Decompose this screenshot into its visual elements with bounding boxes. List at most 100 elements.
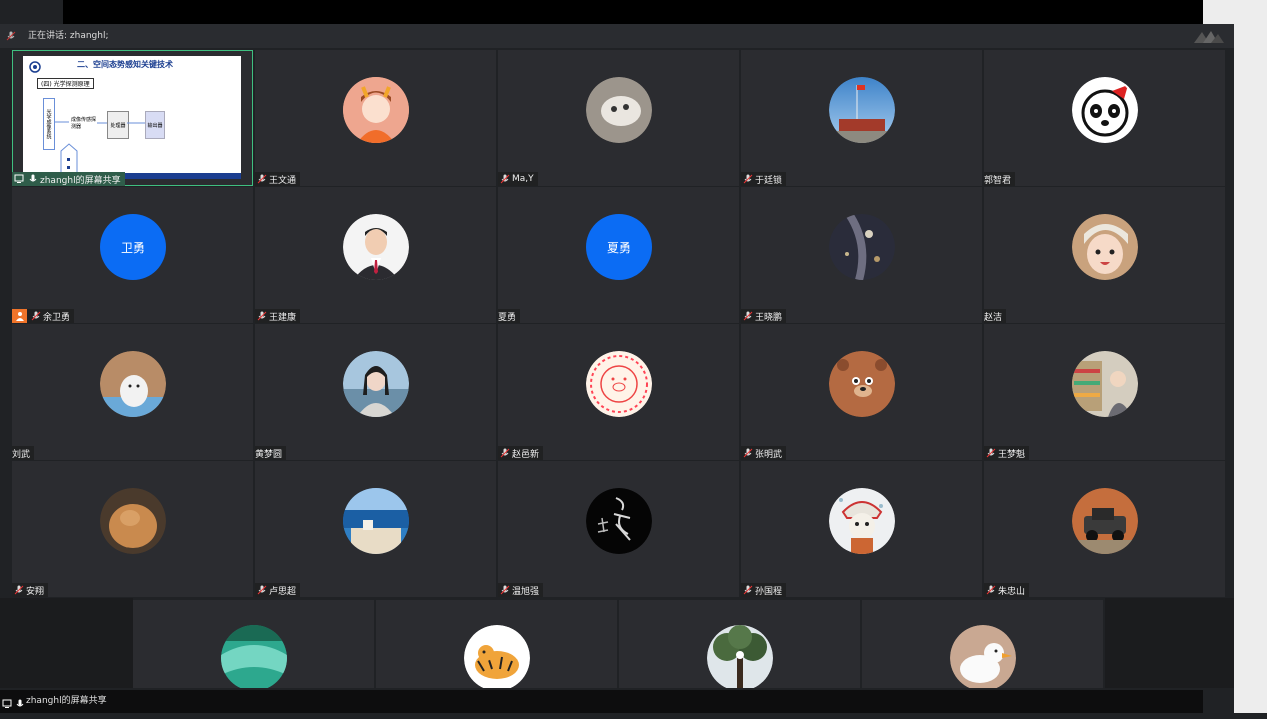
tile-label: 夏勇 (498, 309, 521, 323)
participant-name: 余卫勇 (43, 312, 71, 323)
tile-label: 王文通 (255, 172, 301, 186)
right-top-panel (1203, 0, 1234, 24)
avatar (343, 351, 409, 417)
bottom-share-label: zhanghl的屏幕共享 (26, 696, 107, 706)
tile-label: 赵邑新 (498, 446, 544, 460)
participant-tile[interactable]: 朱忠山 (984, 461, 1225, 597)
avatar (1072, 214, 1138, 280)
avatar (464, 625, 530, 688)
participant-tile[interactable] (619, 600, 860, 688)
participant-tile[interactable]: 刘武 (12, 324, 253, 460)
right-side-panel (1234, 0, 1267, 713)
participant-tile[interactable]: 卫勇 余卫勇 (12, 187, 253, 323)
participant-tile[interactable] (862, 600, 1103, 688)
participant-tile[interactable]: 夏勇 夏勇 (498, 187, 739, 323)
tile-label: 余卫勇 (12, 309, 75, 323)
tile-label: 王梦魁 (984, 446, 1030, 460)
avatar (586, 488, 652, 554)
participant-tile[interactable]: 卢思超 (255, 461, 496, 597)
mic-muted-icon (986, 585, 996, 595)
participant-name: 于廷锁 (755, 175, 783, 186)
participant-tile[interactable]: 赵洁 (984, 187, 1225, 323)
avatar (1072, 351, 1138, 417)
right-strip (1105, 598, 1234, 688)
participant-tile[interactable]: 赵邑新 (498, 324, 739, 460)
left-strip (0, 598, 133, 688)
participant-name: 郭智君 (984, 175, 1012, 186)
mic-icon (16, 699, 24, 707)
avatar (221, 625, 287, 688)
avatar-initials: 夏勇 (586, 214, 652, 280)
participant-tile[interactable]: 温旭强 (498, 461, 739, 597)
participant-name: 夏勇 (498, 312, 517, 323)
avatar (1072, 488, 1138, 554)
participant-tile[interactable] (376, 600, 617, 688)
avatar (343, 488, 409, 554)
bottom-status-bar: zhanghl的屏幕共享 (0, 690, 1203, 713)
avatar-initials: 卫勇 (100, 214, 166, 280)
tile-label: 于廷锁 (741, 172, 787, 186)
screen-share-tile[interactable]: 二、空间态势感知关键技术 (四) 光学探测原理 光学成像系统 成像传感探测器 处… (12, 50, 253, 186)
avatar (829, 214, 895, 280)
slide-subtitle: (四) 光学探测原理 (37, 78, 94, 89)
tile-label: 赵洁 (984, 309, 1007, 323)
tile-name: zhanghl的屏幕共享 (40, 175, 121, 186)
participant-name: 安翔 (26, 586, 45, 597)
participant-tile[interactable] (133, 600, 374, 688)
shared-slide: 二、空间态势感知关键技术 (四) 光学探测原理 光学成像系统 成像传感探测器 处… (23, 56, 241, 179)
avatar (100, 351, 166, 417)
tile-label: 卢思超 (255, 583, 301, 597)
mic-icon (29, 174, 37, 182)
participant-tile[interactable]: 张明武 (741, 324, 982, 460)
tile-label: 郭智君 (984, 172, 1016, 186)
tile-label: 黄梦圆 (255, 446, 287, 460)
avatar (100, 488, 166, 554)
tile-label: 王晓鹏 (741, 309, 787, 323)
participant-name: 赵邑新 (512, 449, 540, 460)
tile-label: 朱忠山 (984, 583, 1030, 597)
screen-share-icon (2, 699, 12, 708)
tile-label: zhanghl的屏幕共享 (12, 172, 125, 186)
participant-tile[interactable]: Ma,Y (498, 50, 739, 186)
app-logo-icon (1194, 31, 1224, 43)
mic-muted-icon (986, 448, 996, 458)
avatar (343, 214, 409, 280)
slide-diagram-lines (23, 121, 241, 179)
speaking-text: 正在讲话: zhanghl; (28, 31, 109, 41)
speaking-indicator-bar: 正在讲话: zhanghl; (0, 24, 1234, 48)
participant-tile[interactable]: 王梦魁 (984, 324, 1225, 460)
participant-tile[interactable]: 孙国程 (741, 461, 982, 597)
participant-name: 黄梦圆 (255, 449, 283, 460)
mic-muted-icon (743, 311, 753, 321)
tile-label: 张明武 (741, 446, 787, 460)
avatar (343, 77, 409, 143)
participant-name: 王梦魁 (998, 449, 1026, 460)
mic-muted-icon (14, 585, 24, 595)
avatar (1072, 77, 1138, 143)
mic-muted-icon (500, 448, 510, 458)
mic-muted-icon (743, 448, 753, 458)
participant-tile[interactable]: 于廷锁 (741, 50, 982, 186)
participant-name: 孙国程 (755, 586, 783, 597)
participant-tile[interactable]: 郭智君 (984, 50, 1225, 186)
participant-name: 朱忠山 (998, 586, 1026, 597)
participant-tile[interactable]: 王晓鹏 (741, 187, 982, 323)
participant-tile[interactable]: 王文通 (255, 50, 496, 186)
tile-label: 孙国程 (741, 583, 787, 597)
tile-label: 安翔 (12, 583, 49, 597)
mic-muted-icon (31, 311, 41, 321)
participant-tile[interactable]: 黄梦圆 (255, 324, 496, 460)
tile-label: Ma,Y (498, 172, 538, 186)
tile-label: 温旭强 (498, 583, 544, 597)
mic-muted-icon (257, 585, 267, 595)
mic-muted-icon (743, 174, 753, 184)
participant-name: 赵洁 (984, 312, 1003, 323)
avatar (586, 77, 652, 143)
participant-tile[interactable]: 安翔 (12, 461, 253, 597)
mic-muted-icon (257, 311, 267, 321)
avatar (829, 77, 895, 143)
avatar (829, 488, 895, 554)
participant-tile[interactable]: 王建康 (255, 187, 496, 323)
avatar (950, 625, 1016, 688)
participant-name: 王文通 (269, 175, 297, 186)
